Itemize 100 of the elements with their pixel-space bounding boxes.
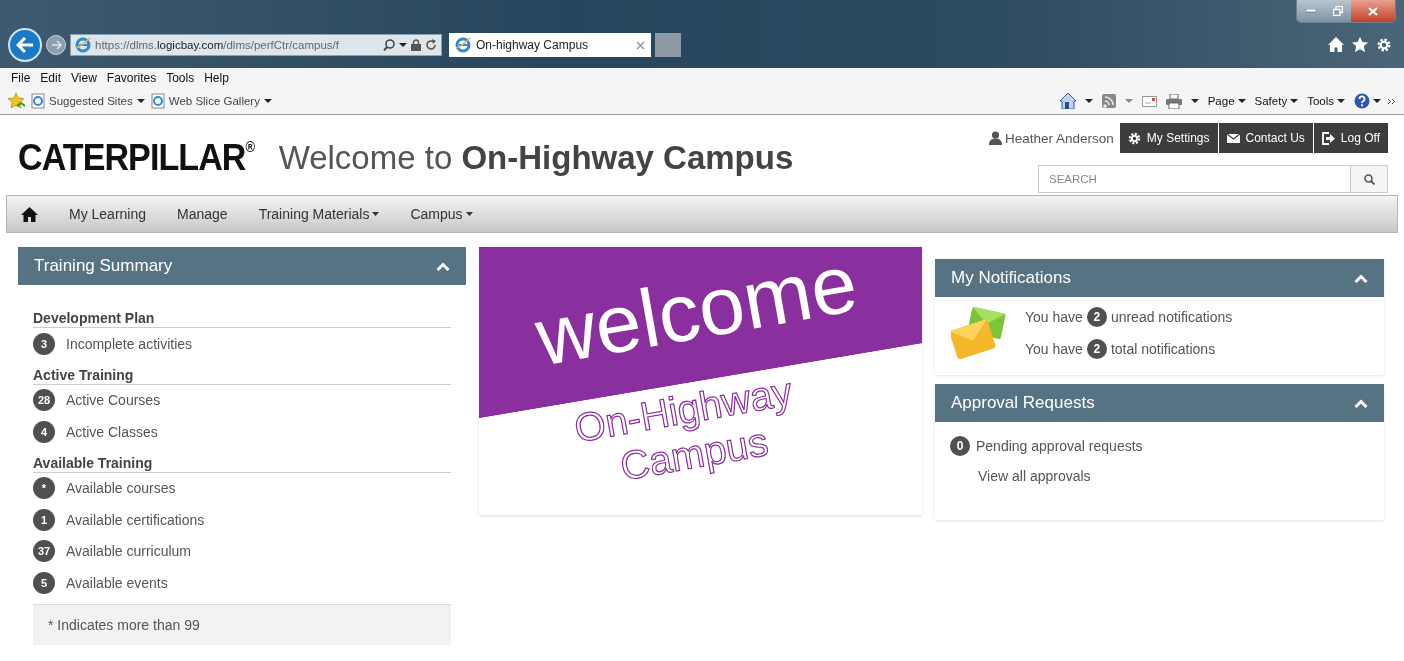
restore-icon	[1332, 6, 1343, 16]
chevron-up-icon[interactable]	[1354, 273, 1368, 283]
header-button[interactable]: Contact Us	[1218, 123, 1313, 153]
count-badge: 5	[33, 571, 55, 594]
banner-text: welcome	[529, 235, 864, 383]
notification-text: unread notifications	[1110, 309, 1233, 325]
command-menu[interactable]: Page	[1207, 95, 1246, 107]
notification-text: You have	[1025, 309, 1083, 325]
command-menu[interactable]: Tools	[1307, 95, 1345, 107]
search-icon	[1363, 173, 1375, 185]
refresh-icon[interactable]	[425, 39, 437, 51]
restore-button[interactable]	[1324, 0, 1351, 22]
caret-icon	[1237, 99, 1246, 103]
count-badge: 4	[33, 420, 55, 443]
caret-icon	[1337, 99, 1345, 103]
count-badge: 28	[33, 389, 55, 412]
approval-text: Pending approval requests	[976, 438, 1143, 454]
feed-icon[interactable]	[1101, 94, 1116, 108]
count-badge: 37	[33, 540, 55, 563]
favorites-link[interactable]: Web Slice Gallery	[150, 93, 272, 109]
help-menu[interactable]	[1354, 93, 1381, 109]
section-heading: Active Training	[33, 362, 451, 385]
home-icon[interactable]	[1328, 37, 1344, 52]
favorites-link[interactable]: Suggested Sites	[31, 93, 145, 109]
count-badge: *	[33, 477, 55, 500]
back-button[interactable]	[8, 28, 42, 62]
count-badge: 2	[1086, 307, 1107, 327]
panel-title: My Notifications	[951, 268, 1071, 288]
summary-link[interactable]: Active Courses	[66, 392, 161, 409]
menu-item[interactable]: Favorites	[101, 71, 162, 85]
search-icon[interactable]	[383, 39, 395, 51]
close-icon	[1368, 6, 1378, 16]
settings-icon[interactable]	[1376, 37, 1392, 53]
star-icon[interactable]	[1352, 37, 1368, 52]
web-page-icon	[150, 93, 165, 109]
browser-tab[interactable]: On-highway Campus	[449, 33, 651, 57]
home-icon[interactable]	[1059, 93, 1076, 109]
help-icon	[1354, 93, 1370, 109]
caret-icon	[263, 99, 272, 103]
menu-item[interactable]: Tools	[161, 71, 200, 85]
summary-link[interactable]: Available events	[66, 574, 168, 591]
mail-icon[interactable]	[1141, 95, 1157, 107]
caret-icon	[1373, 99, 1381, 103]
panel-title: Training Summary	[34, 256, 173, 276]
user-icon	[988, 131, 1002, 145]
sign-out-icon	[1321, 131, 1335, 145]
chevron-right-icon[interactable]	[1387, 97, 1396, 105]
section-heading: Available Training	[33, 450, 451, 473]
tab-title: On-highway Campus	[476, 38, 590, 52]
printer-icon[interactable]	[1165, 93, 1182, 109]
count-badge: 2	[1086, 339, 1107, 359]
summary-link[interactable]: Incomplete activities	[66, 335, 193, 352]
mail-icon	[1226, 131, 1240, 145]
nav-item[interactable]: Campus	[410, 206, 473, 222]
close-icon[interactable]	[636, 40, 645, 50]
nav-item[interactable]: Training Materials	[258, 206, 380, 222]
close-button[interactable]	[1351, 0, 1395, 22]
chevron-up-icon[interactable]	[1354, 398, 1368, 408]
summary-link[interactable]: Active Classes	[66, 423, 158, 440]
nav-item[interactable]: My Learning	[69, 206, 147, 222]
header-button[interactable]: Log Off	[1313, 123, 1388, 153]
header-button[interactable]: My Settings	[1119, 123, 1218, 153]
menu-item[interactable]: File	[6, 71, 36, 85]
summary-link[interactable]: Available certifications	[66, 511, 205, 528]
browser-logo-icon	[455, 37, 471, 53]
caret-icon[interactable]	[1084, 99, 1093, 103]
browser-logo-icon	[75, 37, 91, 53]
count-badge: 1	[33, 508, 55, 531]
notification-text: total notifications	[1110, 341, 1216, 357]
search-button[interactable]	[1350, 165, 1388, 193]
nav-item[interactable]: Manage	[177, 206, 228, 222]
summary-link[interactable]: Available courses	[66, 480, 176, 497]
caret-icon	[1290, 99, 1299, 103]
count-badge: 0	[950, 436, 970, 456]
caret-icon	[136, 99, 145, 103]
left-arrow-icon	[16, 37, 34, 53]
search-field[interactable]: SEARCH	[1038, 165, 1350, 193]
command-menu[interactable]: Safety	[1254, 95, 1299, 107]
forward-button[interactable]	[46, 35, 66, 55]
section-heading: Development Plan	[33, 306, 451, 328]
menu-item[interactable]: Help	[199, 71, 234, 85]
caret-icon[interactable]	[399, 43, 407, 47]
home-icon[interactable]	[21, 206, 38, 222]
summary-link[interactable]: Available curriculum	[66, 543, 191, 560]
menu-item[interactable]: Edit	[35, 71, 67, 85]
user-name[interactable]: Heather Anderson	[988, 130, 1114, 146]
right-arrow-icon	[50, 40, 62, 50]
count-badge: 3	[33, 332, 55, 355]
star-icon[interactable]	[8, 93, 25, 109]
chevron-up-icon[interactable]	[436, 261, 450, 271]
view-approvals-link[interactable]: View all approvals	[978, 468, 1369, 484]
menu-item[interactable]: View	[66, 71, 102, 85]
panel-title: Approval Requests	[951, 393, 1095, 413]
envelopes-icon	[951, 305, 1007, 361]
address-field[interactable]: https://dlms.logicbay.com/dlms/perfCtr/campus/f	[70, 34, 442, 56]
lock-icon	[411, 39, 421, 51]
settings-icon	[1127, 131, 1141, 145]
caret-icon[interactable]	[1190, 99, 1199, 103]
footnote: * Indicates more than 99	[33, 603, 451, 645]
page-title: Welcome to On-Highway Campus	[278, 139, 794, 177]
